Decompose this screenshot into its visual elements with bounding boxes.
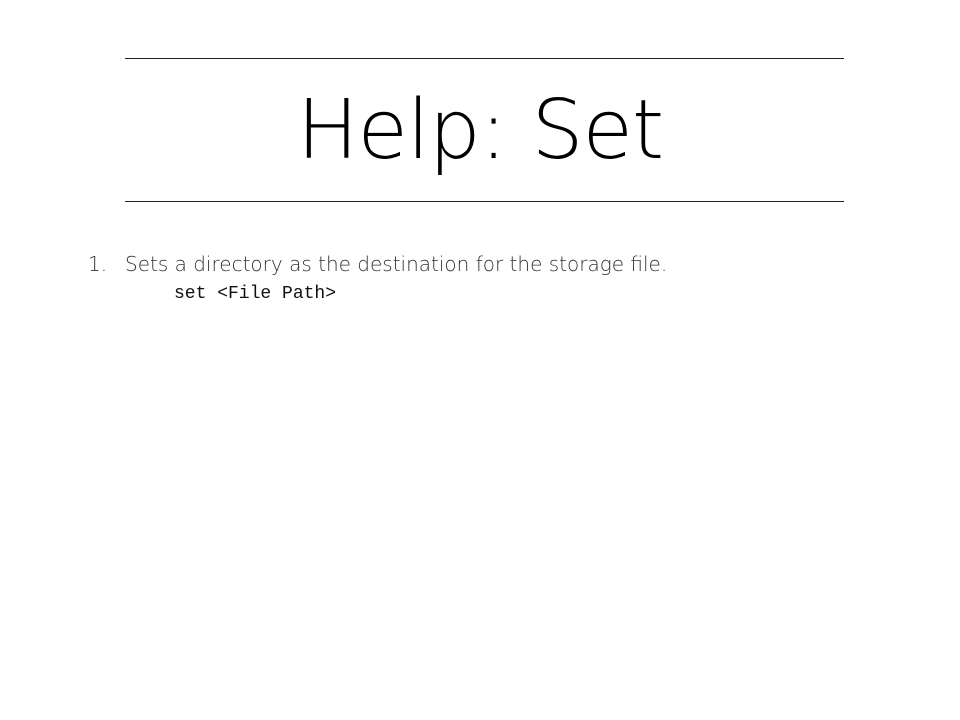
slide-title: Help: Set xyxy=(296,83,664,178)
bottom-divider xyxy=(125,201,844,202)
slide: Help: Set 1. Sets a directory as the des… xyxy=(0,0,960,720)
list-item-number: 1. xyxy=(88,252,108,276)
list-item-description: Sets a directory as the destination for … xyxy=(125,252,668,276)
top-divider xyxy=(125,58,844,59)
command-syntax: set <File Path> xyxy=(174,284,337,304)
